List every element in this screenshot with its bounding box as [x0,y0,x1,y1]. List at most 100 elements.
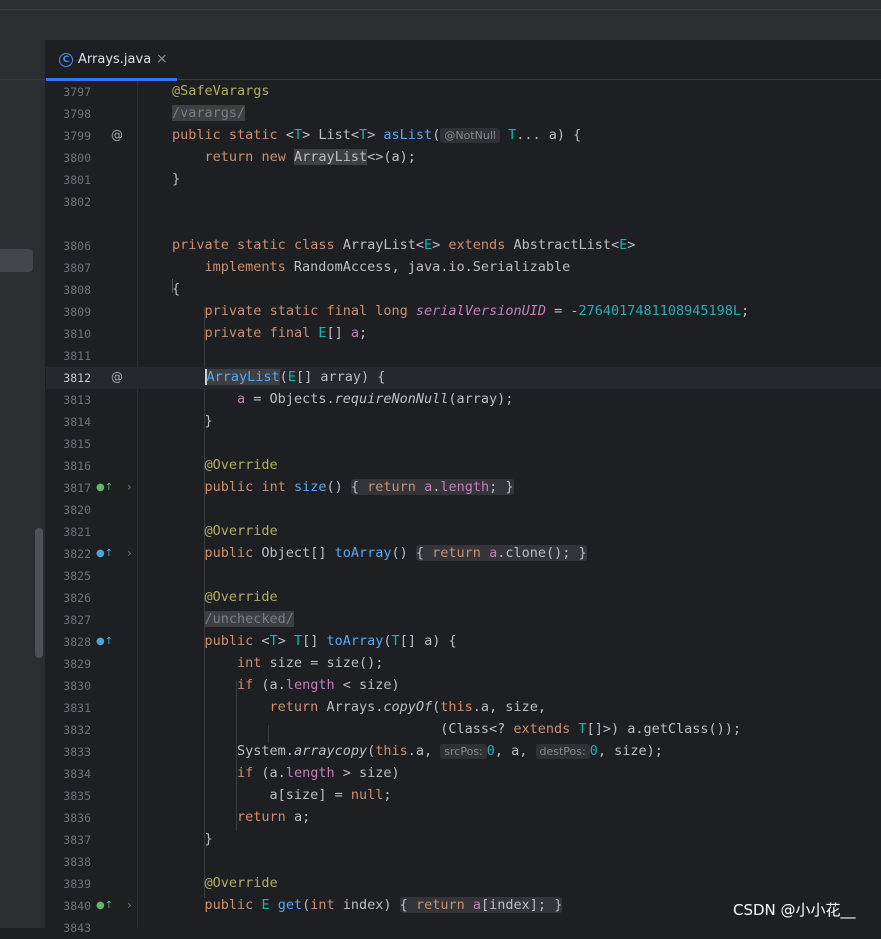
code-line[interactable]: 3836 return a; [46,807,881,829]
code-line-current[interactable]: 3812 @ ArrayList(E[] array) { [46,367,881,389]
code-line[interactable]: 3839 @Override [46,873,881,895]
line-number: 3821 [63,525,91,539]
code-line[interactable]: 3809 private static final long serialVer… [46,301,881,323]
override-method-icon[interactable]: ●↑ [96,900,113,911]
implementation-at-icon[interactable]: @ [111,128,123,142]
code-text: } [204,831,213,847]
code-line[interactable]: 3821 @Override [46,521,881,543]
code-line[interactable]: 3808 { [46,279,881,301]
line-number: 3813 [63,393,91,407]
code-text: public static <T> List<T> asList(@NotNul… [172,127,582,143]
code-line[interactable]: 3831 return Arrays.copyOf(this.a, size, [46,697,881,719]
code-text: @Override [204,589,278,605]
code-line[interactable]: 3811 [46,345,881,367]
line-number: 3806 [63,239,91,253]
code-text: /varargs/ [172,105,246,121]
line-number: 3843 [63,921,91,935]
code-text: if (a.length < size) [237,677,400,693]
parameter-hint: destPos: [535,744,590,759]
code-line[interactable]: 3833 System.arraycopy(this.a, srcPos: 0, … [46,741,881,763]
code-line[interactable]: 3837 } [46,829,881,851]
line-number: 3809 [63,305,91,319]
line-number: 3840 [63,899,91,913]
code-line[interactable]: 3810 private final E[] a; [46,323,881,345]
fold-chevron-icon[interactable]: › [127,546,132,560]
project-panel-scrollbar[interactable] [35,528,43,658]
code-line[interactable]: 3828 ●↑ public <T> T[] toArray(T[] a) { [46,631,881,653]
project-panel-divider [0,79,45,80]
code-line[interactable]: 3820 [46,499,881,521]
line-number: 3825 [63,569,91,583]
code-line[interactable]: 3838 [46,851,881,873]
code-line[interactable]: 3815 [46,433,881,455]
code-line[interactable]: 3799 @ public static <T> List<T> asList(… [46,125,881,147]
tab-arrays-java[interactable]: C Arrays.java × [46,40,177,81]
code-line[interactable]: 3814 } [46,411,881,433]
line-number: 3834 [63,767,91,781]
line-number: 3799 [63,129,91,143]
line-number: 3831 [63,701,91,715]
line-number: 3801 [63,173,91,187]
line-number: 3826 [63,591,91,605]
code-line[interactable]: 3816 @Override [46,455,881,477]
code-text: ArrayList(E[] array) { [204,369,386,385]
code-text: private static class ArrayList<E> extend… [172,237,636,253]
code-text: a[size] = null; [269,787,392,803]
code-line[interactable]: 3806 private static class ArrayList<E> e… [46,235,881,257]
code-text: public Object[] toArray() { return a.clo… [204,545,587,561]
code-line[interactable]: 3835 a[size] = null; [46,785,881,807]
close-icon[interactable]: × [156,51,168,67]
code-text: public E get(int index) { return a[index… [204,897,563,913]
tab-label: Arrays.java [78,52,152,67]
code-line[interactable]: 3826 @Override [46,587,881,609]
project-tree-selected-item[interactable] [0,249,33,272]
code-line[interactable]: 3830 if (a.length < size) [46,675,881,697]
override-method-icon[interactable]: ●↑ [96,636,113,647]
editor-tab-bar: C Arrays.java × [46,40,881,81]
code-text: a = Objects.requireNonNull(array); [237,391,514,407]
line-number: 3812 [63,371,91,385]
code-text: int size = size(); [237,655,384,671]
code-line[interactable]: 3802 [46,191,881,213]
code-text: @Override [204,523,278,539]
line-number: 3815 [63,437,91,451]
title-bar-divider [0,9,881,10]
line-number: 3830 [63,679,91,693]
line-number: 3828 [63,635,91,649]
line-number: 3839 [63,877,91,891]
override-method-icon[interactable]: ●↑ [96,548,113,559]
code-text: @SafeVarargs [172,83,270,99]
code-text: (Class<? extends T[]>) a.getClass()); [440,721,741,737]
line-number: 3814 [63,415,91,429]
code-line[interactable]: 3825 [46,565,881,587]
code-line[interactable]: 3822 ●↑ › public Object[] toArray() { re… [46,543,881,565]
line-number: 3810 [63,327,91,341]
code-line[interactable]: 3829 int size = size(); [46,653,881,675]
override-method-icon[interactable]: ●↑ [96,482,113,493]
code-editor[interactable]: 3797 @SafeVarargs 3798 /varargs/ 3799 @ … [46,81,881,935]
code-line[interactable] [46,213,881,235]
code-line[interactable]: 3813 a = Objects.requireNonNull(array); [46,389,881,411]
code-line[interactable]: 3832 (Class<? extends T[]>) a.getClass()… [46,719,881,741]
parameter-hint: srcPos: [440,744,487,759]
code-line[interactable]: 3843 [46,917,881,939]
line-number: 3820 [63,503,91,517]
code-text: implements RandomAccess, java.io.Seriali… [204,259,571,275]
code-line[interactable]: 3817 ●↑ › public int size() { return a.l… [46,477,881,499]
line-number: 3807 [63,261,91,275]
code-line[interactable]: 3797 @SafeVarargs [46,81,881,103]
code-text: } [204,413,213,429]
implementation-at-icon[interactable]: @ [111,370,123,384]
code-line[interactable]: 3800 return new ArrayList<>(a); [46,147,881,169]
line-number: 3816 [63,459,91,473]
code-line[interactable]: 3801 } [46,169,881,191]
fold-chevron-icon[interactable]: › [127,480,132,494]
line-number: 3808 [63,283,91,297]
line-number: 3800 [63,151,91,165]
line-number: 3802 [63,195,91,209]
fold-chevron-icon[interactable]: › [127,898,132,912]
code-line[interactable]: 3798 /varargs/ [46,103,881,125]
code-line[interactable]: 3807 implements RandomAccess, java.io.Se… [46,257,881,279]
code-line[interactable]: 3834 if (a.length > size) [46,763,881,785]
code-line[interactable]: 3827 /unchecked/ [46,609,881,631]
